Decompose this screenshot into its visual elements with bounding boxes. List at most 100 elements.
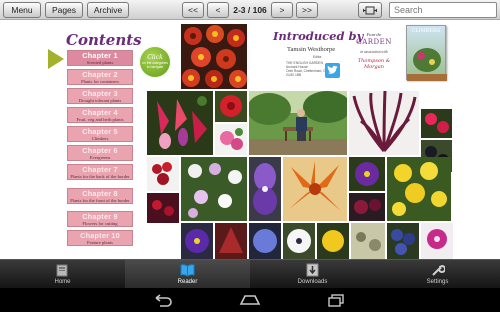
chapter-subtitle: Drought tolerant plants [78, 98, 122, 103]
fuchsia-photo [147, 91, 213, 155]
previous-page-button[interactable]: < [207, 2, 229, 18]
tab-label: Downloads [297, 279, 328, 285]
magazine-cover: CLIMBERS [406, 25, 447, 81]
chapter-title: Chapter 10 [80, 231, 120, 240]
tab-home[interactable]: Home [0, 260, 125, 289]
chapter-title: Chapter 7 [82, 165, 118, 174]
chapter-subtitle: Climbers [91, 136, 109, 141]
page-indicator: 2-3 / 106 [233, 5, 267, 15]
chapter-subtitle: Plants for the back of the border [70, 174, 130, 179]
chapter-subtitle: Evergreens [89, 155, 111, 160]
fit-width-button[interactable] [358, 2, 382, 18]
chapter-5-link[interactable]: Chapter 5 Climbers [67, 126, 133, 142]
click-badge[interactable]: Click on the categories to navigate [139, 46, 171, 78]
introduction-panel: Introduced by Tamsin Westhorpe Editor TH… [273, 24, 363, 90]
home-button-icon[interactable] [239, 293, 261, 307]
bottom-navigation: Home Reader Downloads Settings [0, 259, 500, 289]
chapter-title: Chapter 2 [82, 70, 118, 79]
recent-apps-icon[interactable] [325, 293, 347, 307]
red-leaf-photo [215, 223, 247, 259]
last-page-button[interactable]: >> [296, 2, 318, 18]
chapter-2-link[interactable]: Chapter 2 Plants for containers [67, 69, 133, 85]
tab-label: Home [54, 279, 71, 285]
chapter-subtitle: Feature plants [87, 240, 113, 245]
pink-bloom-photo [421, 109, 452, 138]
chapter-subtitle: Plants for containers [81, 79, 119, 84]
purple-iris-photo [249, 157, 281, 221]
search-input[interactable] [389, 2, 497, 18]
badge-text: on the categories to navigate [141, 61, 168, 69]
wrench-icon [432, 264, 445, 276]
chapter-title: Chapter 4 [82, 108, 118, 117]
arrow-right-icon [48, 49, 64, 69]
author-name: Tamsin Westhorpe [287, 46, 336, 53]
partner-name: GARDEN [356, 38, 392, 46]
chapter-8-link[interactable]: Chapter 8 Plants for the front of the bor… [67, 188, 133, 204]
blue-flower-photo [249, 223, 281, 259]
orange-lily-photo [283, 157, 347, 221]
magazine-page: Contents Chapter 1 Scented plants Chapter… [0, 21, 500, 259]
top-toolbar: Menu Pages Archive << < 2-3 / 106 > >> [0, 0, 500, 20]
archive-button[interactable]: Archive [87, 2, 129, 18]
next-page-button[interactable]: > [271, 2, 293, 18]
blueberries-photo [387, 223, 419, 259]
seed-heads-photo [351, 223, 385, 259]
chapter-6-link[interactable]: Chapter 6 Evergreens [67, 145, 133, 161]
address-line: GL50 1BB [286, 73, 302, 77]
back-icon[interactable] [152, 293, 174, 307]
chapter-3-link[interactable]: Chapter 3 Drought tolerant plants [67, 88, 133, 104]
violet-photo [349, 157, 385, 191]
gaillardia-photo [181, 24, 247, 89]
primrose-photo [387, 157, 451, 221]
author-role: Editor [313, 55, 322, 59]
yellow-flower-photo [317, 223, 349, 259]
climbing-rose-photo [181, 157, 247, 221]
menu-button[interactable]: Menu [3, 2, 41, 18]
magenta-flower-photo [421, 223, 453, 259]
chapter-title: Chapter 8 [82, 189, 118, 198]
tab-label: Settings [426, 279, 449, 285]
tab-settings[interactable]: Settings [375, 260, 500, 289]
chapter-4-link[interactable]: Chapter 4 Fruit, veg and herb plants [67, 107, 133, 123]
home-icon [56, 264, 68, 277]
first-page-button[interactable]: << [182, 2, 204, 18]
system-navigation-bar [0, 288, 500, 312]
chapter-subtitle: Flowers for cutting [82, 221, 118, 226]
chapter-title: Chapter 6 [82, 146, 118, 155]
tab-label: Reader [177, 279, 198, 285]
chapter-7-link[interactable]: Chapter 7 Plants for the back of the bord… [67, 164, 133, 180]
pages-button[interactable]: Pages [45, 2, 83, 18]
chapter-title: Chapter 3 [82, 89, 118, 98]
chapter-title: Chapter 9 [82, 212, 118, 221]
red-flower-photo [215, 91, 247, 122]
chapter-subtitle: Fruit, veg and herb plants [76, 117, 124, 122]
chapter-title: Chapter 5 [82, 127, 118, 136]
editor-garden-photo [249, 91, 347, 155]
partner-logo: From the GARDEN in association with Thom… [354, 26, 394, 90]
intro-heading: Introduced by [273, 29, 364, 43]
download-icon [306, 263, 319, 277]
twitter-icon[interactable] [325, 63, 340, 78]
white-daisy-photo [283, 223, 315, 259]
chapter-1-link[interactable]: Chapter 1 Scented plants [67, 50, 133, 66]
pink-flower-photo [215, 124, 247, 155]
chapter-title: Chapter 1 [82, 51, 118, 60]
dark-bloom-photo [349, 193, 385, 221]
badge-title: Click [147, 54, 163, 61]
chapter-10-link[interactable]: Chapter 10 Feature plants [67, 230, 133, 246]
fit-width-icon [363, 6, 377, 14]
ornamental-grass-photo [349, 91, 419, 155]
partner-assoc: in association with [360, 50, 388, 54]
red-berries-photo [147, 193, 179, 223]
purple-flower-photo [181, 223, 213, 259]
tab-reader[interactable]: Reader [125, 260, 250, 289]
tab-downloads[interactable]: Downloads [250, 260, 375, 289]
app-window: Menu Pages Archive << < 2-3 / 106 > >> C… [0, 0, 500, 312]
chapter-subtitle: Scented plants [86, 60, 114, 65]
partner-from: From the [366, 32, 382, 37]
chapter-9-link[interactable]: Chapter 9 Flowers for cutting [67, 211, 133, 227]
book-icon [180, 264, 195, 277]
partner-brand: Thompson & Morgan [357, 58, 391, 70]
chapter-subtitle: Plants for the front of the border [70, 198, 130, 203]
contents-title: Contents [66, 31, 142, 49]
